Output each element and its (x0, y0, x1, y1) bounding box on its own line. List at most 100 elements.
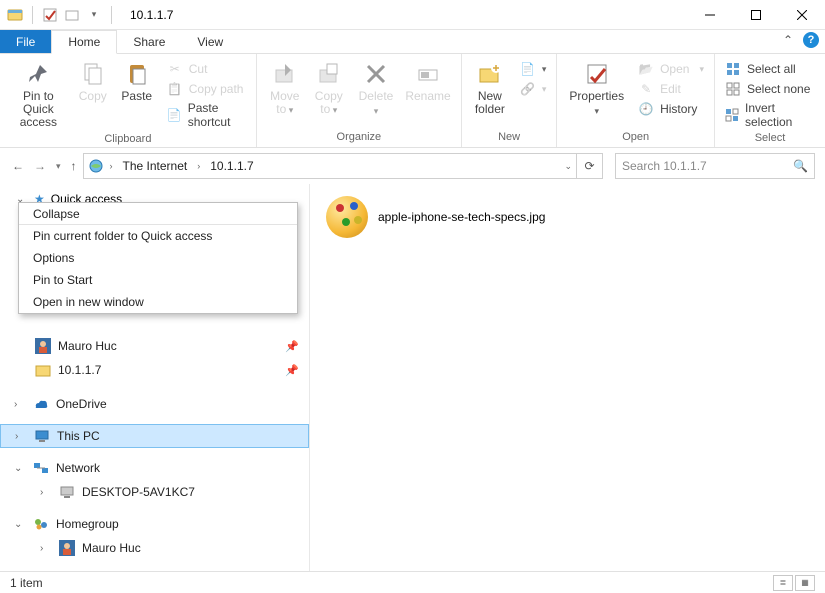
file-name: apple-iphone-se-tech-specs.jpg (378, 210, 545, 224)
icons-view-button[interactable]: ▦ (795, 575, 815, 591)
rename-button: Rename (401, 58, 455, 105)
address-dropdown-icon[interactable]: ⌄ (564, 161, 572, 172)
ctx-collapse[interactable]: Collapse (19, 203, 297, 225)
homegroup-icon (32, 515, 50, 533)
new-folder-qat-icon[interactable] (63, 6, 81, 24)
pin-icon (24, 60, 52, 88)
ctx-pin-start[interactable]: Pin to Start (19, 269, 297, 291)
rename-icon (414, 60, 442, 88)
ribbon-tabs: File Home Share View ⌃ ? (0, 30, 825, 54)
breadcrumb-root[interactable]: The Internet (119, 159, 192, 173)
pin-to-quick-access-button[interactable]: Pin to Quick access (6, 58, 71, 131)
image-file-icon (326, 196, 368, 238)
paste-icon (123, 60, 151, 88)
recent-locations-dropdown[interactable]: ▾ (56, 161, 61, 172)
item-count: 1 item (10, 576, 43, 590)
status-bar: 1 item ≣ ▦ (0, 571, 825, 593)
delete-button: Delete (351, 58, 401, 120)
select-all-icon (725, 61, 741, 77)
qat-divider (32, 6, 33, 24)
invert-icon (725, 107, 739, 123)
help-icon[interactable]: ? (803, 32, 819, 48)
tree-item-homegroup[interactable]: ⌄ Homegroup (0, 512, 309, 536)
tree-item-network[interactable]: ⌄ Network (0, 456, 309, 480)
edit-button: ✎Edit (634, 80, 708, 98)
copy-path-button: 📋Copy path (163, 80, 250, 98)
copy-button: Copy (71, 58, 115, 105)
pin-icon: 📌 (285, 364, 299, 377)
breadcrumb-current[interactable]: 10.1.1.7 (206, 159, 257, 173)
open-icon: 📂 (638, 61, 654, 77)
copy-to-icon (315, 60, 343, 88)
select-all-button[interactable]: Select all (721, 60, 819, 78)
refresh-button[interactable]: ⟳ (577, 153, 603, 179)
search-placeholder: Search 10.1.1.7 (622, 159, 707, 173)
group-open: Properties 📂Open▾ ✎Edit 🕘History Open (557, 54, 715, 147)
copy-to-button: Copy to (307, 58, 351, 119)
open-button: 📂Open▾ (634, 60, 708, 78)
ribbon: Pin to Quick access Copy Paste ✂Cut 📋Cop… (0, 54, 825, 148)
search-box[interactable]: Search 10.1.1.7 🔍 (615, 153, 815, 179)
history-button[interactable]: 🕘History (634, 100, 708, 118)
ctx-pin-folder[interactable]: Pin current folder to Quick access (19, 225, 297, 247)
easy-access-button: 🔗▾ (516, 80, 551, 98)
expand-icon[interactable]: › (40, 543, 52, 554)
expand-icon[interactable]: › (40, 487, 52, 498)
properties-button[interactable]: Properties (563, 58, 630, 120)
ctx-options[interactable]: Options (19, 247, 297, 269)
tree-item-thispc[interactable]: › This PC (0, 424, 309, 448)
chevron-icon[interactable]: › (197, 161, 200, 171)
details-view-button[interactable]: ≣ (773, 575, 793, 591)
maximize-button[interactable] (733, 0, 779, 30)
group-label-open: Open (563, 129, 708, 147)
computer-icon (58, 483, 76, 501)
navigation-bar: ← → ▾ ↑ › The Internet › 10.1.1.7 ⌄ ⟳ Se… (0, 148, 825, 184)
tree-item-mauro[interactable]: Mauro Huc📌 (0, 334, 309, 358)
new-item-button[interactable]: 📄▾ (516, 60, 551, 78)
select-none-icon (725, 81, 741, 97)
tree-item-ip[interactable]: 10.1.1.7📌 (0, 358, 309, 382)
tab-home[interactable]: Home (51, 30, 117, 54)
list-item[interactable]: apple-iphone-se-tech-specs.jpg (326, 196, 809, 238)
network-icon (32, 459, 50, 477)
back-button[interactable]: ← (12, 159, 24, 173)
address-bar[interactable]: › The Internet › 10.1.1.7 ⌄ (83, 153, 577, 179)
collapse-ribbon-icon[interactable]: ⌃ (783, 33, 793, 47)
ctx-open-new-window[interactable]: Open in new window (19, 291, 297, 313)
paste-button[interactable]: Paste (115, 58, 159, 105)
minimize-button[interactable] (687, 0, 733, 30)
properties-qat-icon[interactable] (41, 6, 59, 24)
window-title: 10.1.1.7 (130, 8, 173, 22)
group-organize: Move to Copy to Delete Rename Organize (257, 54, 462, 147)
tree-item-desktop[interactable]: › DESKTOP-5AV1KC7 (0, 480, 309, 504)
easy-access-icon: 🔗 (520, 81, 536, 97)
tab-share[interactable]: Share (117, 30, 181, 53)
new-folder-button[interactable]: New folder (468, 58, 512, 118)
up-button[interactable]: ↑ (71, 159, 77, 173)
group-new: New folder 📄▾ 🔗▾ New (462, 54, 558, 147)
edit-icon: ✎ (638, 81, 654, 97)
expand-icon[interactable]: › (14, 399, 26, 410)
select-none-button[interactable]: Select none (721, 80, 819, 98)
quick-access-toolbar: ▾ (0, 6, 122, 24)
group-clipboard: Pin to Quick access Copy Paste ✂Cut 📋Cop… (0, 54, 257, 147)
collapse-icon[interactable]: ⌄ (14, 463, 26, 474)
new-item-icon: 📄 (520, 61, 536, 77)
move-to-button: Move to (263, 58, 307, 119)
collapse-icon[interactable]: ⌄ (14, 519, 26, 530)
thispc-icon (33, 427, 51, 445)
qat-dropdown-icon[interactable]: ▾ (85, 6, 103, 24)
file-list[interactable]: apple-iphone-se-tech-specs.jpg (310, 184, 825, 571)
close-button[interactable] (779, 0, 825, 30)
copy-icon (79, 60, 107, 88)
expand-icon[interactable]: › (15, 431, 27, 442)
tree-item-mauro2[interactable]: › Mauro Huc (0, 536, 309, 560)
tab-file[interactable]: File (0, 30, 51, 53)
title-bar: ▾ 10.1.1.7 (0, 0, 825, 30)
invert-selection-button[interactable]: Invert selection (721, 100, 819, 130)
paste-shortcut-button[interactable]: 📄Paste shortcut (163, 100, 250, 130)
tree-item-onedrive[interactable]: › OneDrive (0, 392, 309, 416)
tab-view[interactable]: View (181, 30, 239, 53)
root-chevron-icon[interactable]: › (110, 161, 113, 171)
location-icon (88, 158, 104, 174)
